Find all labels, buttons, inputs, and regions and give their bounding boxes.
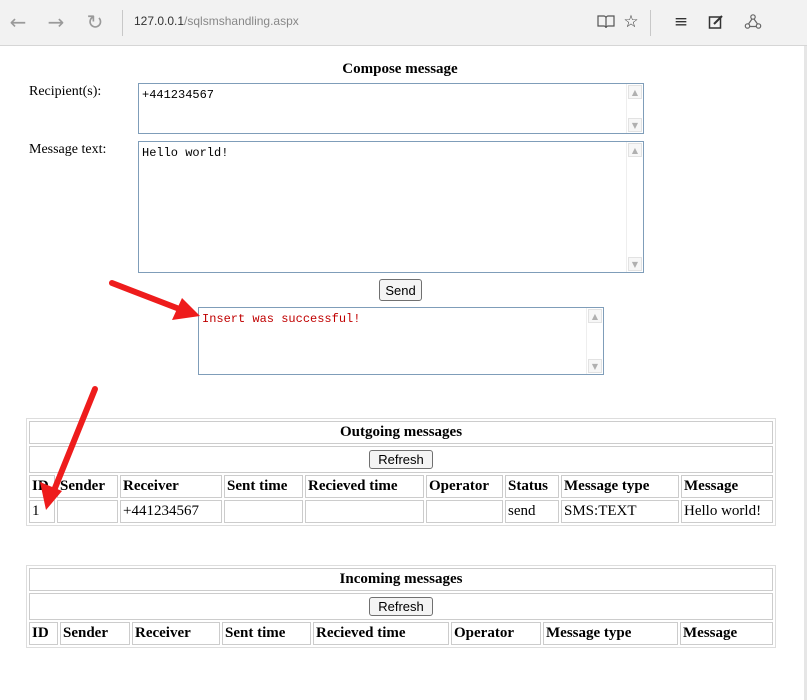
column-header: Receiver [120, 475, 222, 498]
cell-sent-time [224, 500, 303, 523]
cell-sender [57, 500, 118, 523]
cell-operator [426, 500, 503, 523]
incoming-title: Incoming messages [29, 568, 773, 591]
outgoing-refresh-button[interactable]: Refresh [369, 450, 433, 469]
send-button[interactable]: Send [379, 279, 422, 301]
scroll-up-icon[interactable]: ▲ [588, 309, 602, 323]
result-scrollbar[interactable]: ▲ ▼ [586, 308, 603, 374]
recipients-label: Recipient(s): [29, 84, 102, 99]
address-bar[interactable]: 127.0.0.1/sqlsmshandling.aspx [134, 14, 299, 28]
toolbar-separator [650, 10, 651, 36]
recipients-input[interactable]: +441234567 ▲ ▼ [138, 83, 644, 134]
browser-toolbar: ← → ↻ 127.0.0.1/sqlsmshandling.aspx ☆ ≡ [0, 0, 807, 46]
cell-status: send [505, 500, 559, 523]
hub-icon[interactable]: ≡ [667, 8, 695, 36]
column-header: Message [680, 622, 773, 645]
message-input[interactable]: Hello world! ▲ ▼ [138, 141, 644, 273]
column-header: Message [681, 475, 773, 498]
outgoing-header-row: ID Sender Receiver Sent time Recieved ti… [29, 475, 773, 498]
recipients-scrollbar[interactable]: ▲ ▼ [626, 84, 643, 133]
result-output[interactable]: Insert was successful! ▲ ▼ [198, 307, 604, 375]
table-row: 1 +441234567 send SMS:TEXT Hello world! [29, 500, 773, 523]
incoming-messages-table: Incoming messages Refresh ID Sender Rece… [27, 566, 775, 647]
cell-id: 1 [29, 500, 55, 523]
cell-received-time [305, 500, 424, 523]
result-text: Insert was successful! [202, 312, 361, 326]
back-icon[interactable]: ← [4, 8, 32, 36]
favorite-star-icon[interactable]: ☆ [617, 8, 645, 36]
arrow-to-result-icon [109, 280, 200, 320]
scroll-up-icon[interactable]: ▲ [628, 85, 642, 99]
column-header: Sender [60, 622, 130, 645]
column-header: Operator [426, 475, 503, 498]
message-label: Message text: [29, 142, 107, 157]
message-value: Hello world! [142, 146, 229, 160]
scroll-down-icon[interactable]: ▼ [588, 359, 602, 373]
scroll-down-icon[interactable]: ▼ [628, 257, 642, 271]
address-separator [122, 10, 123, 36]
scroll-down-icon[interactable]: ▼ [628, 118, 642, 132]
address-path: /sqlsmshandling.aspx [184, 14, 299, 28]
column-header: Status [505, 475, 559, 498]
column-header: Message type [543, 622, 678, 645]
column-header: Sent time [224, 475, 303, 498]
outgoing-messages-table: Outgoing messages Refresh ID Sender Rece… [27, 419, 775, 525]
compose-title: Compose message [342, 61, 458, 77]
address-host: 127.0.0.1 [134, 14, 185, 28]
column-header: ID [29, 622, 58, 645]
scroll-up-icon[interactable]: ▲ [628, 143, 642, 157]
message-scrollbar[interactable]: ▲ ▼ [626, 142, 643, 272]
forward-icon[interactable]: → [42, 8, 70, 36]
column-header: Receiver [132, 622, 220, 645]
column-header: ID [29, 475, 55, 498]
web-note-icon[interactable] [702, 8, 730, 36]
cell-message: Hello world! [681, 500, 773, 523]
share-icon[interactable] [739, 8, 767, 36]
outgoing-messages-panel: Outgoing messages Refresh ID Sender Rece… [26, 418, 776, 526]
incoming-messages-panel: Incoming messages Refresh ID Sender Rece… [26, 565, 776, 648]
incoming-header-row: ID Sender Receiver Sent time Recieved ti… [29, 622, 773, 645]
column-header: Operator [451, 622, 541, 645]
recipients-value: +441234567 [142, 88, 215, 102]
refresh-icon[interactable]: ↻ [81, 8, 109, 36]
outgoing-title: Outgoing messages [29, 421, 773, 444]
column-header: Message type [561, 475, 679, 498]
cell-receiver: +441234567 [120, 500, 222, 523]
incoming-refresh-button[interactable]: Refresh [369, 597, 433, 616]
column-header: Sender [57, 475, 118, 498]
cell-message-type: SMS:TEXT [561, 500, 679, 523]
column-header: Recieved time [313, 622, 449, 645]
reading-view-icon[interactable] [592, 8, 620, 36]
column-header: Sent time [222, 622, 311, 645]
column-header: Recieved time [305, 475, 424, 498]
